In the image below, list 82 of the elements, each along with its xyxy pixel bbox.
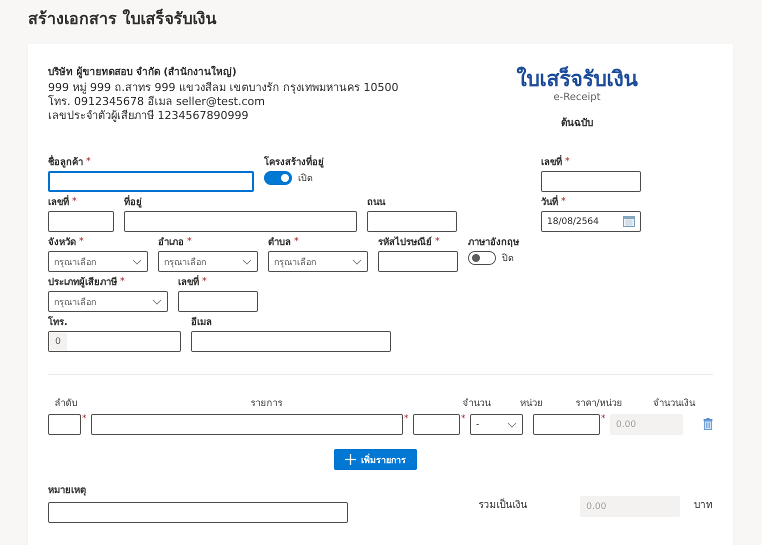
field-label: ภาษาอังกฤษ — [468, 236, 519, 249]
column-header: จำนวนเงิน — [652, 397, 696, 411]
order-field[interactable] — [48, 414, 81, 435]
text-field[interactable] — [48, 171, 254, 192]
column-header: จำนวน — [462, 397, 492, 411]
date-field[interactable]: 18/08/2564 — [541, 211, 641, 232]
column-header: ลำดับ — [54, 397, 78, 411]
price-field[interactable] — [533, 414, 600, 435]
field-label: โทร. — [48, 315, 68, 329]
text-field[interactable] — [541, 171, 641, 192]
quantity-field[interactable] — [413, 414, 460, 435]
text-field[interactable] — [124, 211, 357, 232]
field-label: ที่อยู่ — [124, 194, 142, 209]
field-label: หมายเหตุ — [48, 484, 86, 497]
document-title: ใบเสร็จรับเงิน — [516, 66, 638, 92]
phone-field[interactable]: 0 — [48, 331, 181, 352]
field-label: วันที่ — [541, 194, 558, 209]
field-label: โครงสร้างที่อยู่ — [264, 154, 324, 169]
text-field[interactable] — [178, 291, 258, 312]
field-label: เลขที่ — [48, 194, 69, 209]
toggle-state: เปิด — [298, 172, 313, 185]
field-label: อีเมล — [191, 316, 212, 329]
amount-field: 0.00 — [610, 414, 683, 435]
toggle-switch[interactable] — [264, 171, 292, 185]
required-mark: * — [79, 236, 84, 247]
field-label: เลขที่ — [178, 274, 199, 289]
required-mark: * — [81, 414, 88, 424]
company-name: บริษัท ผู้ขายทดสอบ จำกัด (สำนักงานใหญ่) — [48, 66, 238, 80]
calendar-icon — [623, 216, 635, 227]
dropdown[interactable]: กรุณาเลือก — [158, 251, 258, 272]
field-label: ชื่อลูกค้า — [48, 154, 83, 169]
field-label: ตำบล — [268, 236, 291, 249]
currency-label: บาท — [694, 499, 713, 512]
chevron-icon — [242, 258, 252, 264]
required-mark: * — [202, 276, 207, 287]
required-mark: * — [187, 236, 192, 247]
chevron-icon — [352, 258, 362, 264]
text-field[interactable] — [367, 211, 457, 232]
required-mark: * — [565, 156, 570, 167]
required-mark: * — [561, 196, 566, 207]
required-mark: * — [294, 236, 299, 247]
company-contact: โทร. 0912345678 อีเมล seller@test.com — [48, 95, 266, 109]
page-title: สร้างเอกสาร ใบเสร็จรับเงิน — [28, 8, 218, 30]
dropdown[interactable]: กรุณาเลือก — [268, 251, 368, 272]
required-mark: * — [86, 156, 91, 167]
required-mark: * — [460, 414, 466, 424]
add-item-button[interactable]: เพิ่มรายการ — [334, 449, 417, 470]
company-address: 999 หมู่ 999 ถ.สาทร 999 แขวงสีลม เขตบางรัก กรุงเทพมหานคร 10500 — [48, 81, 400, 95]
document-subtitle: e-Receipt — [553, 92, 601, 103]
field-label: เลขที่ — [541, 154, 562, 169]
chevron-icon — [507, 422, 517, 428]
text-field[interactable] — [191, 331, 391, 352]
toggle-state: ปิด — [502, 252, 514, 265]
copy-label: ต้นฉบับ — [561, 116, 593, 130]
delete-icon[interactable] — [703, 418, 713, 430]
required-mark: * — [403, 414, 410, 424]
chevron-icon — [132, 258, 142, 264]
dropdown[interactable]: กรุณาเลือก — [48, 251, 148, 272]
total-label: รวมเป็นเงิน — [478, 497, 529, 512]
required-mark: * — [435, 236, 440, 247]
field-label: จังหวัด — [48, 236, 76, 249]
text-field[interactable] — [378, 251, 458, 272]
field-label: ประเภทผู้เสียภาษี — [48, 276, 117, 289]
required-mark: * — [120, 276, 125, 287]
toggle-switch[interactable] — [468, 251, 496, 265]
company-tax-id: เลขประจำตัวผู้เสียภาษี 1234567890999 — [48, 109, 250, 123]
column-header: หน่วย — [519, 397, 544, 411]
text-field[interactable] — [48, 211, 114, 232]
field-label: ถนน — [367, 196, 385, 209]
description-field[interactable] — [91, 414, 403, 435]
column-header: รายการ — [250, 397, 284, 411]
plus-icon — [345, 454, 356, 465]
notes-field[interactable] — [48, 502, 348, 522]
dropdown[interactable]: กรุณาเลือก — [48, 291, 168, 312]
field-label: รหัสไปรษณีย์ — [378, 235, 432, 249]
required-mark: * — [72, 196, 77, 207]
field-label: อำเภอ — [158, 236, 184, 249]
total-field: 0.00 — [580, 496, 680, 517]
column-header: ราคา/หน่วย — [574, 397, 624, 411]
required-mark: * — [600, 414, 606, 424]
unit-dropdown[interactable]: - — [470, 414, 523, 435]
chevron-icon — [152, 298, 162, 304]
